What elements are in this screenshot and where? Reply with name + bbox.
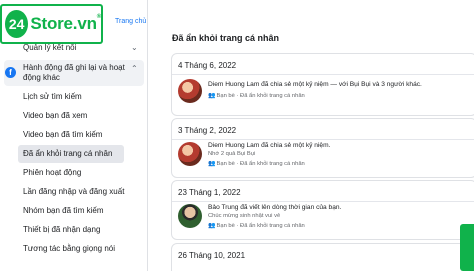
card-date: 23 Tháng 1, 2022 [178, 188, 241, 197]
home-link[interactable]: Trang chủ [115, 18, 146, 25]
divider [172, 201, 474, 202]
activity-card: 4 Tháng 6, 2022 Diem Huong Lam đã chia s… [171, 53, 474, 116]
left-sidebar: 24 Store.vn® Trang chủ Quản lý kết nối ⌄… [0, 0, 148, 271]
entry-meta: 👥Bạn bè · Đã ẩn khỏi trang cá nhân [208, 161, 305, 167]
sidebar-item-videos-searched[interactable]: Video bạn đã tìm kiếm [23, 130, 102, 139]
facebook-icon: f [5, 67, 16, 78]
friends-icon: 👥 [208, 161, 216, 167]
card-date: 4 Tháng 6, 2022 [178, 61, 237, 70]
divider [172, 139, 474, 140]
brand-strip [460, 224, 474, 271]
page-title: Đã ẩn khỏi trang cá nhân [172, 33, 280, 43]
chevron-down-icon[interactable]: ⌄ [131, 43, 138, 52]
activity-card: 26 Tháng 10, 2021 [171, 243, 474, 271]
entry-subtitle: Nhớ 2 quả Bụi Bụi [208, 151, 256, 157]
entry-meta: 👥Bạn bè · Đã ẩn khỏi trang cá nhân [208, 223, 305, 229]
activity-card: 3 Tháng 2, 2022 Diem Huong Lam đã chia s… [171, 118, 474, 178]
logo-badge: 24 [5, 10, 29, 38]
chevron-up-icon[interactable]: ⌃ [131, 64, 138, 73]
avatar[interactable] [178, 142, 202, 166]
sidebar-item-label-line2: động khác [23, 73, 60, 82]
sidebar-item-recognized-devices[interactable]: Thiết bị đã nhận dạng [23, 225, 100, 234]
sidebar-item-videos-watched[interactable]: Video bạn đã xem [23, 111, 87, 120]
entry-subtitle: Chúc mừng sinh nhật vui vẻ [208, 213, 281, 219]
sidebar-item-voice-interactions[interactable]: Tương tác bằng giọng nói [23, 244, 115, 253]
sidebar-item-manage-connections[interactable]: Quản lý kết nối [23, 43, 76, 52]
sidebar-item-hidden-from-profile[interactable]: Đã ẩn khỏi trang cá nhân [23, 149, 112, 158]
friends-icon: 👥 [208, 223, 216, 229]
entry-title[interactable]: Bảo Trung đã viết lên dòng thời gian của… [208, 204, 341, 211]
entry-title[interactable]: Diem Huong Lam đã chia sẻ một kỷ niệm — … [208, 81, 422, 88]
divider [172, 74, 474, 75]
card-date: 26 Tháng 10, 2021 [178, 251, 246, 260]
friends-icon: 👥 [208, 93, 216, 99]
main-content: Đã ẩn khỏi trang cá nhân 4 Tháng 6, 2022… [148, 0, 474, 271]
entry-title[interactable]: Diem Huong Lam đã chia sẻ một kỷ niệm. [208, 142, 330, 149]
entry-meta: 👥Bạn bè · Đã ẩn khỏi trang cá nhân [208, 93, 305, 99]
sidebar-item-groups-searched[interactable]: Nhóm bạn đã tìm kiếm [23, 206, 103, 215]
sidebar-item-label: Hành động đã ghi lại và hoạt [23, 63, 125, 72]
sidebar-item-active-sessions[interactable]: Phiên hoạt động [23, 168, 81, 177]
card-date: 3 Tháng 2, 2022 [178, 126, 237, 135]
activity-card: 23 Tháng 1, 2022 Bảo Trung đã viết lên d… [171, 180, 474, 240]
sidebar-item-search-history[interactable]: Lịch sử tìm kiếm [23, 92, 82, 101]
store-logo: 24 Store.vn® [0, 4, 103, 44]
sidebar-item-logins-logouts[interactable]: Lần đăng nhập và đăng xuất [23, 187, 124, 196]
avatar[interactable] [178, 79, 202, 103]
logo-text: Store.vn® [30, 14, 101, 33]
avatar[interactable] [178, 204, 202, 228]
